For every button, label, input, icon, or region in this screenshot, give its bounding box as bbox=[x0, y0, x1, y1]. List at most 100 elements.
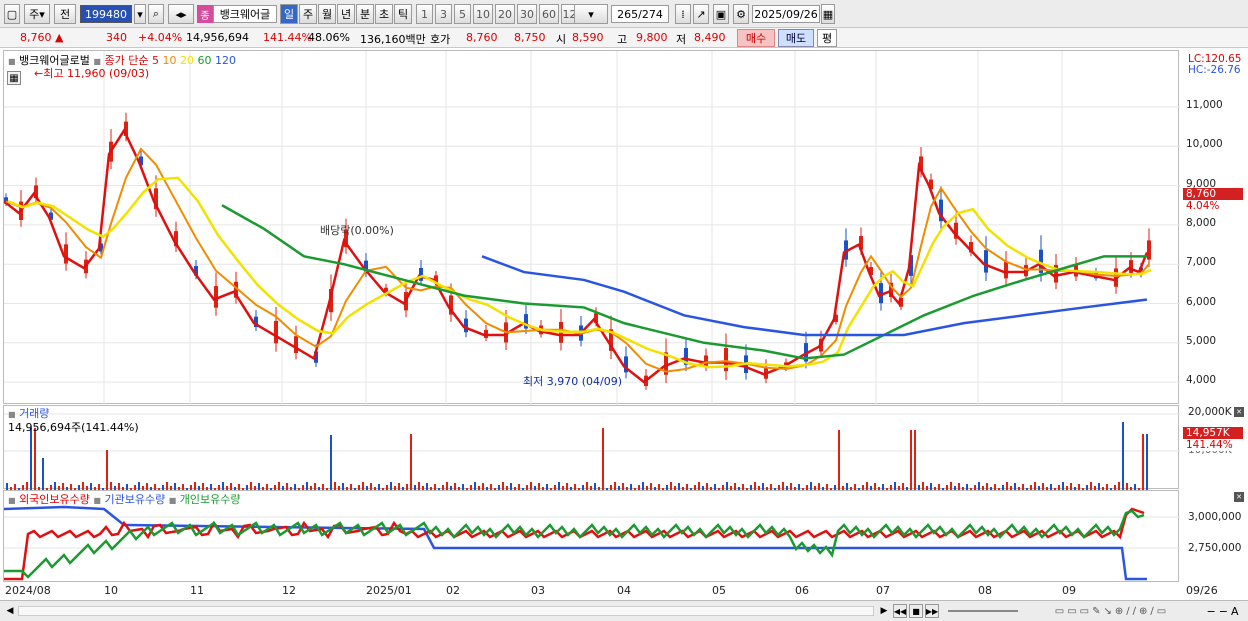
eval-button[interactable]: 평 bbox=[817, 29, 837, 47]
period-tab-6[interactable]: 틱 bbox=[394, 4, 412, 24]
search-icon[interactable]: ⌕ bbox=[148, 4, 164, 24]
legend-marker: ■ bbox=[8, 496, 16, 505]
volume-bar bbox=[642, 482, 644, 490]
code-dropdown-icon[interactable]: ▾ bbox=[134, 4, 146, 24]
individual-holding-label: 개인보유수량 bbox=[179, 493, 241, 506]
volume-bar bbox=[62, 483, 64, 490]
volume-bar bbox=[330, 435, 332, 490]
volume-bar bbox=[866, 482, 868, 490]
interval-button-60[interactable]: 60 bbox=[539, 4, 559, 24]
period-tab-1[interactable]: 주 bbox=[299, 4, 317, 24]
x-axis-label: 02 bbox=[446, 584, 460, 597]
volume-bar bbox=[410, 434, 412, 490]
buy-button[interactable]: 매수 bbox=[737, 29, 775, 47]
interval-button-3[interactable]: 3 bbox=[435, 4, 452, 24]
volume-bar bbox=[986, 483, 988, 490]
volume-bar bbox=[82, 482, 84, 490]
volume-bar bbox=[286, 483, 288, 490]
volume-chart-panel[interactable] bbox=[3, 405, 1180, 490]
volume-bar bbox=[314, 483, 316, 490]
volume-bar bbox=[278, 482, 280, 490]
volume-bar bbox=[914, 430, 916, 490]
zoom-slider[interactable] bbox=[948, 610, 1018, 612]
period-tab-0[interactable]: 일 bbox=[280, 4, 298, 24]
price-y-tick: 11,000 bbox=[1186, 99, 1223, 111]
vol-pct-badge: 141.44% bbox=[1183, 439, 1243, 451]
scroll-right-icon[interactable]: ▶ bbox=[878, 605, 890, 617]
candle-body bbox=[214, 286, 218, 308]
volume-bar bbox=[1062, 482, 1064, 490]
legend-marker: ■ bbox=[168, 496, 177, 505]
open-price: 8,590 bbox=[572, 31, 604, 44]
close-panel-icon[interactable]: ✕ bbox=[1234, 492, 1244, 502]
interval-button-20[interactable]: 20 bbox=[495, 4, 515, 24]
calendar-icon[interactable]: ▦ bbox=[821, 4, 835, 24]
stop-icon[interactable]: ■ bbox=[909, 604, 923, 618]
price-chart-canvas[interactable] bbox=[3, 51, 1180, 405]
volume-bar bbox=[146, 483, 148, 490]
horizontal-scrollbar[interactable] bbox=[18, 606, 874, 616]
date-input[interactable]: 2025/09/26 bbox=[752, 5, 820, 23]
gear-icon[interactable]: ⚙ bbox=[733, 4, 749, 24]
ma-legend-10: 10 bbox=[158, 54, 177, 67]
price-y-tick: 10,000 bbox=[1186, 138, 1223, 151]
vol-y-tick-0: 20,000K bbox=[1188, 406, 1232, 418]
period-tab-4[interactable]: 분 bbox=[356, 4, 374, 24]
interval-button-1[interactable]: 1 bbox=[416, 4, 433, 24]
speaker-icon[interactable]: ◂▸ bbox=[168, 4, 194, 24]
price-y-tick: 5,000 bbox=[1186, 334, 1217, 347]
scroll-left-icon[interactable]: ◀ bbox=[4, 605, 16, 617]
volume-bar bbox=[30, 428, 32, 490]
volume-bar bbox=[1034, 482, 1036, 490]
volume-bar bbox=[90, 483, 92, 490]
volume-bar bbox=[1126, 483, 1128, 490]
volume-bar bbox=[922, 482, 924, 490]
legend-marker: ■ bbox=[93, 496, 101, 505]
volume-bar bbox=[502, 482, 504, 490]
forward-icon[interactable]: ▶▶ bbox=[925, 604, 939, 618]
window-icon[interactable]: ▢ bbox=[4, 4, 20, 24]
volume-bar bbox=[482, 483, 484, 490]
period-tab-2[interactable]: 월 bbox=[318, 4, 336, 24]
prev-button[interactable]: 전 bbox=[54, 4, 76, 24]
volume-bar bbox=[342, 483, 344, 490]
rewind-icon[interactable]: ◀◀ bbox=[893, 604, 907, 618]
zoom-controls[interactable]: −−A bbox=[1204, 604, 1244, 618]
draw-icon[interactable]: ↗ bbox=[693, 4, 709, 24]
volume-value: 14,956,694 bbox=[186, 31, 249, 44]
institution-line bbox=[3, 505, 1147, 581]
volume-value-label: 14,956,694주(141.44%) bbox=[8, 421, 139, 434]
code-input[interactable]: 199480 bbox=[80, 5, 132, 23]
drawing-tools-icons[interactable]: ▭▭▭✎↘⊕∕∕⊕∕▭ bbox=[1022, 604, 1202, 618]
volume-bar bbox=[258, 483, 260, 490]
x-axis-label: 04 bbox=[617, 584, 631, 597]
sell-button[interactable]: 매도 bbox=[778, 29, 814, 47]
stock-name-field[interactable]: 뱅크웨어글 bbox=[213, 5, 277, 23]
price-chart-panel[interactable] bbox=[3, 50, 1180, 405]
period-tab-3[interactable]: 년 bbox=[337, 4, 355, 24]
interval-button-30[interactable]: 30 bbox=[517, 4, 537, 24]
close-panel-icon[interactable]: ✕ bbox=[1234, 407, 1244, 417]
table-icon[interactable]: ▦ bbox=[7, 71, 21, 85]
period-tab-5[interactable]: 초 bbox=[375, 4, 393, 24]
volume-bar bbox=[1042, 483, 1044, 490]
current-price: 8,760 ▲ bbox=[20, 31, 63, 44]
count-dropdown[interactable]: ▾ bbox=[574, 4, 608, 24]
volume-chart-canvas[interactable] bbox=[4, 406, 1180, 490]
foreign-line bbox=[4, 507, 1145, 581]
volume-bar bbox=[566, 483, 568, 490]
mode-select[interactable]: 주 ▾ bbox=[24, 4, 50, 24]
interval-button-10[interactable]: 10 bbox=[473, 4, 493, 24]
volume-bar bbox=[1142, 434, 1144, 490]
holding-legend: ■ 외국인보유수량 ■ 기관보유수량 ■ 개인보유수량 bbox=[8, 491, 241, 507]
volume-bar bbox=[1090, 482, 1092, 490]
price-y-tick: 7,000 bbox=[1186, 256, 1217, 269]
save-icon[interactable]: ▣ bbox=[713, 4, 729, 24]
hold-y-tick-1: 2,750,000 bbox=[1188, 542, 1242, 554]
grid-icon[interactable]: ⁞ bbox=[675, 4, 691, 24]
high-label: 고 bbox=[617, 33, 628, 46]
price-y-tick: 6,000 bbox=[1186, 295, 1217, 308]
volume-bar bbox=[26, 482, 28, 490]
interval-button-5[interactable]: 5 bbox=[454, 4, 471, 24]
volume-bar bbox=[1122, 422, 1124, 490]
